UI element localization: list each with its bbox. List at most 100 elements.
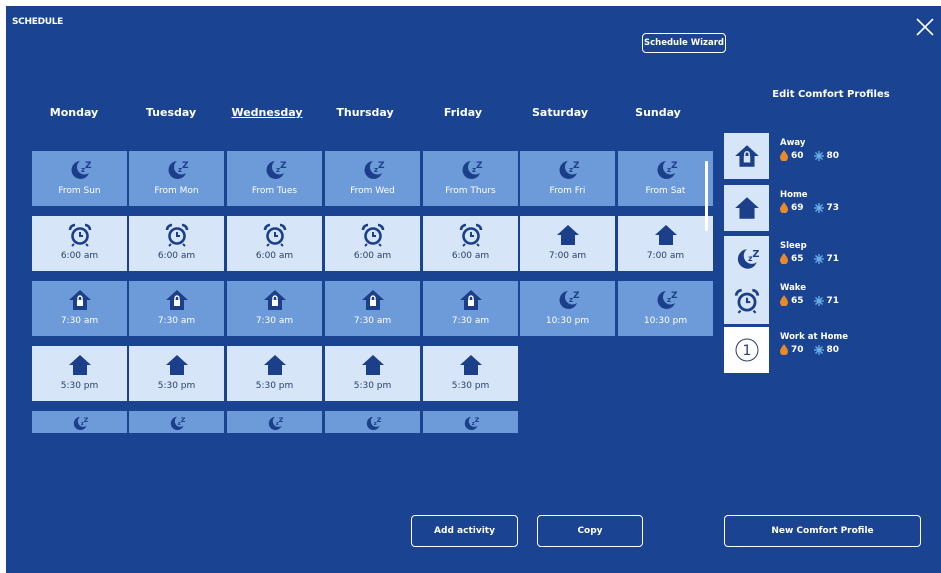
day-sunday[interactable]: Sunday	[609, 106, 707, 119]
activity-tile-sleep[interactable]: z Z From Tues	[227, 151, 322, 206]
schedule-scrollbar[interactable]	[705, 161, 708, 231]
activity-tile-home[interactable]: 5:30 pm	[423, 346, 518, 401]
flame-icon	[780, 253, 788, 264]
profile-work-at-home[interactable]: 1 Work at Home 70 80	[724, 327, 934, 375]
snowflake-icon	[813, 344, 824, 355]
moon-icon: zZ	[268, 416, 283, 431]
svg-text:Z: Z	[378, 161, 385, 171]
day-friday[interactable]: Friday	[414, 106, 512, 119]
activity-time: 5:30 pm	[353, 381, 392, 391]
activity-tile-wake[interactable]: 6:00 am	[129, 216, 224, 271]
activity-tile-home[interactable]: 5:30 pm	[129, 346, 224, 401]
activity-tile-wake[interactable]: 6:00 am	[423, 216, 518, 271]
activity-time: 7:00 am	[646, 251, 685, 261]
activity-time: From Tues	[251, 186, 298, 196]
house-icon	[263, 355, 286, 375]
activity-tile-wake[interactable]: 6:00 am	[227, 216, 322, 271]
activity-tile-sleep[interactable]: z Z From Sat	[618, 151, 713, 206]
profile-icon-box[interactable]	[724, 185, 769, 231]
snowflake-icon	[813, 202, 824, 213]
activity-tile-away[interactable]: 7:30 am	[423, 281, 518, 336]
activity-time: From Wed	[350, 186, 395, 196]
profile-icon-box[interactable]	[724, 278, 769, 324]
svg-text:Z: Z	[752, 249, 759, 260]
profile-badge-number: 1	[742, 343, 751, 359]
svg-text:Z: Z	[85, 161, 92, 171]
day-wednesday[interactable]: Wednesday	[218, 106, 316, 119]
activity-tile-sleep[interactable]: z Z From Wed	[325, 151, 420, 206]
alarm-clock-icon	[459, 223, 482, 247]
activity-tile-away[interactable]: 7:30 am	[32, 281, 127, 336]
activity-tile-sleep[interactable]: zZ	[325, 411, 420, 433]
moon-icon: zZ	[170, 416, 185, 431]
activity-tile-away[interactable]: 7:30 am	[325, 281, 420, 336]
profile-icon-box[interactable]	[724, 133, 769, 179]
activity-time: 5:30 pm	[451, 381, 490, 391]
copy-button[interactable]: Copy	[537, 515, 643, 547]
day-saturday[interactable]: Saturday	[511, 106, 609, 119]
schedule-wizard-button[interactable]: Schedule Wizard	[642, 33, 726, 53]
profile-away[interactable]: Away 60 80	[724, 133, 934, 181]
activity-time: 7:30 am	[353, 316, 392, 326]
activity-time: From Sat	[645, 186, 686, 196]
activity-tile-sleep[interactable]: z Z From Thurs	[423, 151, 518, 206]
activity-tile-sleep[interactable]: z Z 10:30 pm	[618, 281, 713, 336]
profile-name: Home	[780, 190, 808, 200]
day-thursday[interactable]: Thursday	[316, 106, 414, 119]
activity-time: 7:30 am	[255, 316, 294, 326]
moon-icon: zZ	[366, 416, 381, 431]
alarm-clock-icon	[361, 223, 384, 247]
day-tuesday[interactable]: Tuesday	[122, 106, 220, 119]
heat-setpoint: 65	[791, 295, 804, 306]
activity-tile-sleep[interactable]: zZ	[129, 411, 224, 433]
activity-time: From Sun	[58, 186, 101, 196]
add-activity-button[interactable]: Add activity	[411, 515, 518, 547]
profile-icon-box[interactable]: zZ	[724, 236, 769, 282]
svg-text:Z: Z	[474, 416, 479, 424]
activity-tile-home[interactable]: 5:30 pm	[325, 346, 420, 401]
activity-tile-away[interactable]: 7:30 am	[227, 281, 322, 336]
day-monday[interactable]: Monday	[25, 106, 123, 119]
profile-temps: 60 80	[780, 150, 839, 161]
activity-tile-home[interactable]: 5:30 pm	[227, 346, 322, 401]
activity-tile-wake[interactable]: 6:00 am	[32, 216, 127, 271]
snowflake-icon	[813, 150, 824, 161]
activity-tile-sleep[interactable]: z Z 10:30 pm	[520, 281, 615, 336]
activity-tile-home[interactable]: 7:00 am	[520, 216, 615, 271]
activity-tile-sleep[interactable]: zZ	[227, 411, 322, 433]
profile-home[interactable]: Home 69 73	[724, 185, 934, 233]
moon-icon: zZ	[657, 161, 678, 179]
snowflake-icon	[813, 253, 824, 264]
close-icon[interactable]	[914, 16, 936, 38]
house-icon	[654, 225, 677, 245]
cool-setpoint: 80	[826, 150, 840, 161]
activity-tile-away[interactable]: 7:30 am	[129, 281, 224, 336]
activity-tile-home[interactable]: 5:30 pm	[32, 346, 127, 401]
moon-icon: zZ	[364, 161, 385, 179]
profile-sleep[interactable]: zZ Sleep 65 71	[724, 236, 934, 284]
activity-tile-sleep[interactable]: z Z From Fri	[520, 151, 615, 206]
profile-wake[interactable]: Wake 65 71	[724, 278, 934, 326]
alarm-clock-icon	[68, 223, 91, 247]
flame-icon	[780, 150, 788, 161]
activity-time: 10:30 pm	[643, 316, 688, 326]
activity-tile-home[interactable]: 7:00 am	[618, 216, 713, 271]
edit-comfort-profiles-title: Edit Comfort Profiles	[772, 89, 890, 100]
moon-icon: zZ	[657, 291, 678, 309]
activity-tile-sleep[interactable]: zZ	[32, 411, 127, 433]
activity-tile-wake[interactable]: 6:00 am	[325, 216, 420, 271]
activity-tile-sleep[interactable]: z Z From Mon	[129, 151, 224, 206]
new-comfort-profile-button[interactable]: New Comfort Profile	[724, 515, 921, 547]
house-icon	[361, 355, 384, 375]
activity-tile-sleep[interactable]: zZ	[423, 411, 518, 433]
profile-icon-box[interactable]: 1	[724, 327, 769, 373]
heat-setpoint: 70	[791, 344, 804, 355]
lock-house-icon	[165, 290, 188, 310]
moon-icon: zZ	[737, 249, 759, 269]
activity-time: From Fri	[549, 186, 586, 196]
cool-setpoint: 71	[826, 253, 840, 264]
activity-tile-sleep[interactable]: z Z From Sun	[32, 151, 127, 206]
profile-name: Sleep	[780, 241, 807, 251]
svg-text:Z: Z	[180, 416, 185, 424]
flame-icon	[780, 202, 788, 213]
